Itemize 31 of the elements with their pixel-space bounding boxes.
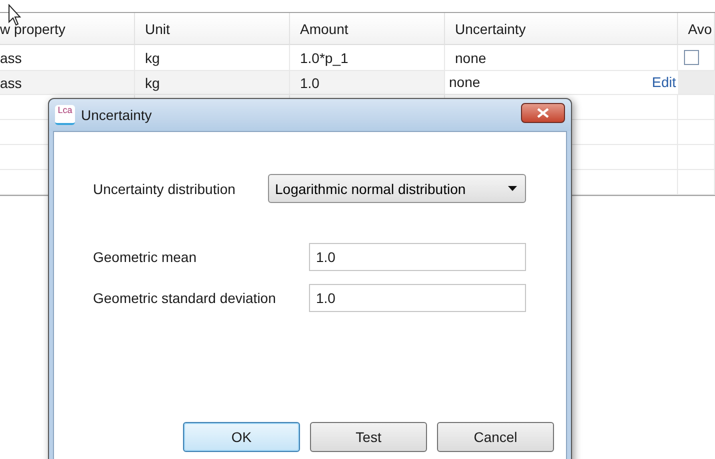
avoided-checkbox[interactable] xyxy=(684,50,699,65)
field-label: Geometric standard deviation xyxy=(93,290,277,306)
table-cell: ass xyxy=(0,45,135,71)
dialog-button[interactable]: OK xyxy=(183,422,300,452)
table-cell xyxy=(678,170,715,195)
dialog-button[interactable]: Test xyxy=(310,422,427,452)
column-header[interactable]: Amount xyxy=(290,13,445,45)
table-cell: kg xyxy=(135,71,290,95)
app-logo-icon: Lca xyxy=(55,105,75,125)
table-cell: 1.0*p_1 xyxy=(290,45,445,71)
table-cell: kg xyxy=(135,45,290,71)
distribution-dropdown[interactable]: Logarithmic normal distribution xyxy=(268,174,526,203)
close-icon xyxy=(537,108,549,118)
close-button[interactable] xyxy=(521,103,565,123)
input-field[interactable]: 1.0 xyxy=(309,284,526,312)
dialog-button[interactable]: Cancel xyxy=(437,422,554,452)
column-header[interactable]: w property xyxy=(0,13,135,45)
input-field[interactable]: 1.0 xyxy=(309,243,526,271)
table-cell: ass xyxy=(0,71,135,95)
column-header[interactable]: Uncertainty xyxy=(445,13,678,45)
column-header[interactable]: Unit xyxy=(135,13,290,45)
table-cell: none xyxy=(445,45,678,71)
uncertainty-value: none xyxy=(449,73,480,90)
caret-icon xyxy=(508,186,517,191)
edit-link[interactable]: Edit xyxy=(652,71,678,90)
cursor-icon xyxy=(8,4,22,26)
column-header[interactable]: Avo xyxy=(678,13,715,45)
field-label: Geometric mean xyxy=(93,249,198,265)
dialog-title: Uncertainty xyxy=(81,107,153,123)
field-label: Uncertainty distribution xyxy=(93,180,236,196)
table-cell: 1.0 xyxy=(290,71,445,95)
